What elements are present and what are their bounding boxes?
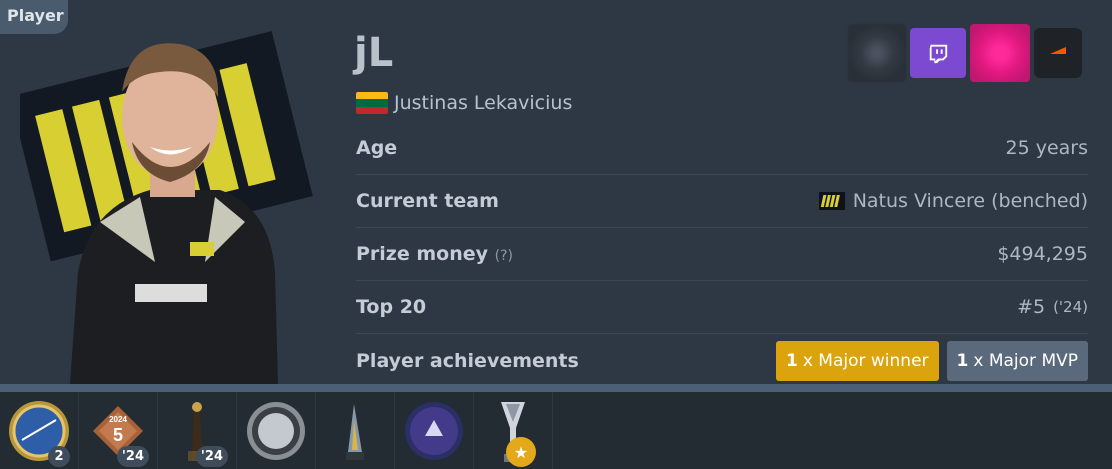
major-winner-count: 1 — [785, 350, 798, 371]
instagram-icon[interactable] — [970, 24, 1030, 82]
player-info-table: Age 25 years Current team Natus Vincere … — [356, 122, 1088, 387]
major-mvp-count: 1 — [956, 350, 969, 371]
team-name-link[interactable]: Natus Vincere (benched) — [853, 190, 1088, 212]
lithuania-flag-icon — [356, 92, 388, 114]
prize-label: Prize money — [356, 243, 489, 265]
age-value: 25 years — [1005, 137, 1088, 159]
svg-text:5: 5 — [113, 425, 123, 445]
blurred-social-icon[interactable] — [848, 24, 906, 82]
star-badge-icon: ★ — [506, 437, 536, 467]
player-real-name: Justinas Lekavicius — [394, 92, 573, 114]
top20-year: ('24) — [1053, 298, 1088, 316]
major-mvp-badge[interactable]: 1 x Major MVP — [946, 340, 1088, 381]
age-label: Age — [356, 137, 398, 159]
achievements-label: Player achievements — [356, 349, 579, 372]
major-winner-text: x Major winner — [802, 350, 929, 371]
player-photo — [20, 31, 313, 384]
achievements-row: Player achievements 1 x Major winner 1 x… — [356, 334, 1088, 387]
purple-disc-icon — [405, 401, 463, 460]
trophy-count-badge: '24 — [116, 446, 149, 467]
team-row: Current team Natus Vincere (benched) — [356, 175, 1088, 228]
trophy-item[interactable]: ★ — [474, 392, 553, 469]
age-row: Age 25 years — [356, 122, 1088, 175]
prize-row: Prize money (?) $494,295 — [356, 228, 1088, 281]
major-winner-badge[interactable]: 1 x Major winner — [775, 340, 939, 381]
player-realname-row: Justinas Lekavicius — [356, 92, 572, 114]
top20-rank: #5 — [1017, 296, 1046, 318]
trophy-item[interactable]: 2 — [0, 392, 79, 469]
top20-row: Top 20 #5 ('24) — [356, 281, 1088, 334]
trophy-bar: 2 2024 5 '24 '24 ★ — [0, 392, 1112, 469]
faceit-icon[interactable] — [1034, 28, 1082, 78]
team-value-group[interactable]: Natus Vincere (benched) — [818, 190, 1088, 212]
achievement-badges: 1 x Major winner 1 x Major MVP — [775, 340, 1088, 381]
trophy-item[interactable] — [316, 392, 395, 469]
glass-trophy-icon — [346, 403, 364, 460]
top20-value-group[interactable]: #5 ('24) — [1017, 296, 1088, 318]
trophy-item[interactable]: 2024 5 '24 — [79, 392, 158, 469]
player-nickname: jL — [354, 30, 394, 76]
major-mvp-text: x Major MVP — [973, 350, 1078, 371]
trophy-item[interactable] — [395, 392, 474, 469]
trophy-item[interactable]: '24 — [158, 392, 237, 469]
silver-plate-icon — [247, 401, 305, 460]
trophy-count-badge: 2 — [48, 446, 70, 467]
social-links — [848, 24, 1082, 82]
top20-label: Top 20 — [356, 296, 427, 318]
prize-label-group: Prize money (?) — [356, 243, 513, 265]
prize-value: $494,295 — [997, 243, 1088, 265]
prize-help-link[interactable]: (?) — [495, 248, 513, 264]
team-label: Current team — [356, 190, 499, 212]
trophy-item[interactable] — [237, 392, 316, 469]
section-divider — [0, 384, 1112, 392]
svg-text:2024: 2024 — [109, 415, 127, 424]
twitch-icon[interactable] — [910, 28, 966, 78]
trophy-count-badge: '24 — [195, 446, 228, 467]
navi-logo-icon — [818, 192, 845, 210]
